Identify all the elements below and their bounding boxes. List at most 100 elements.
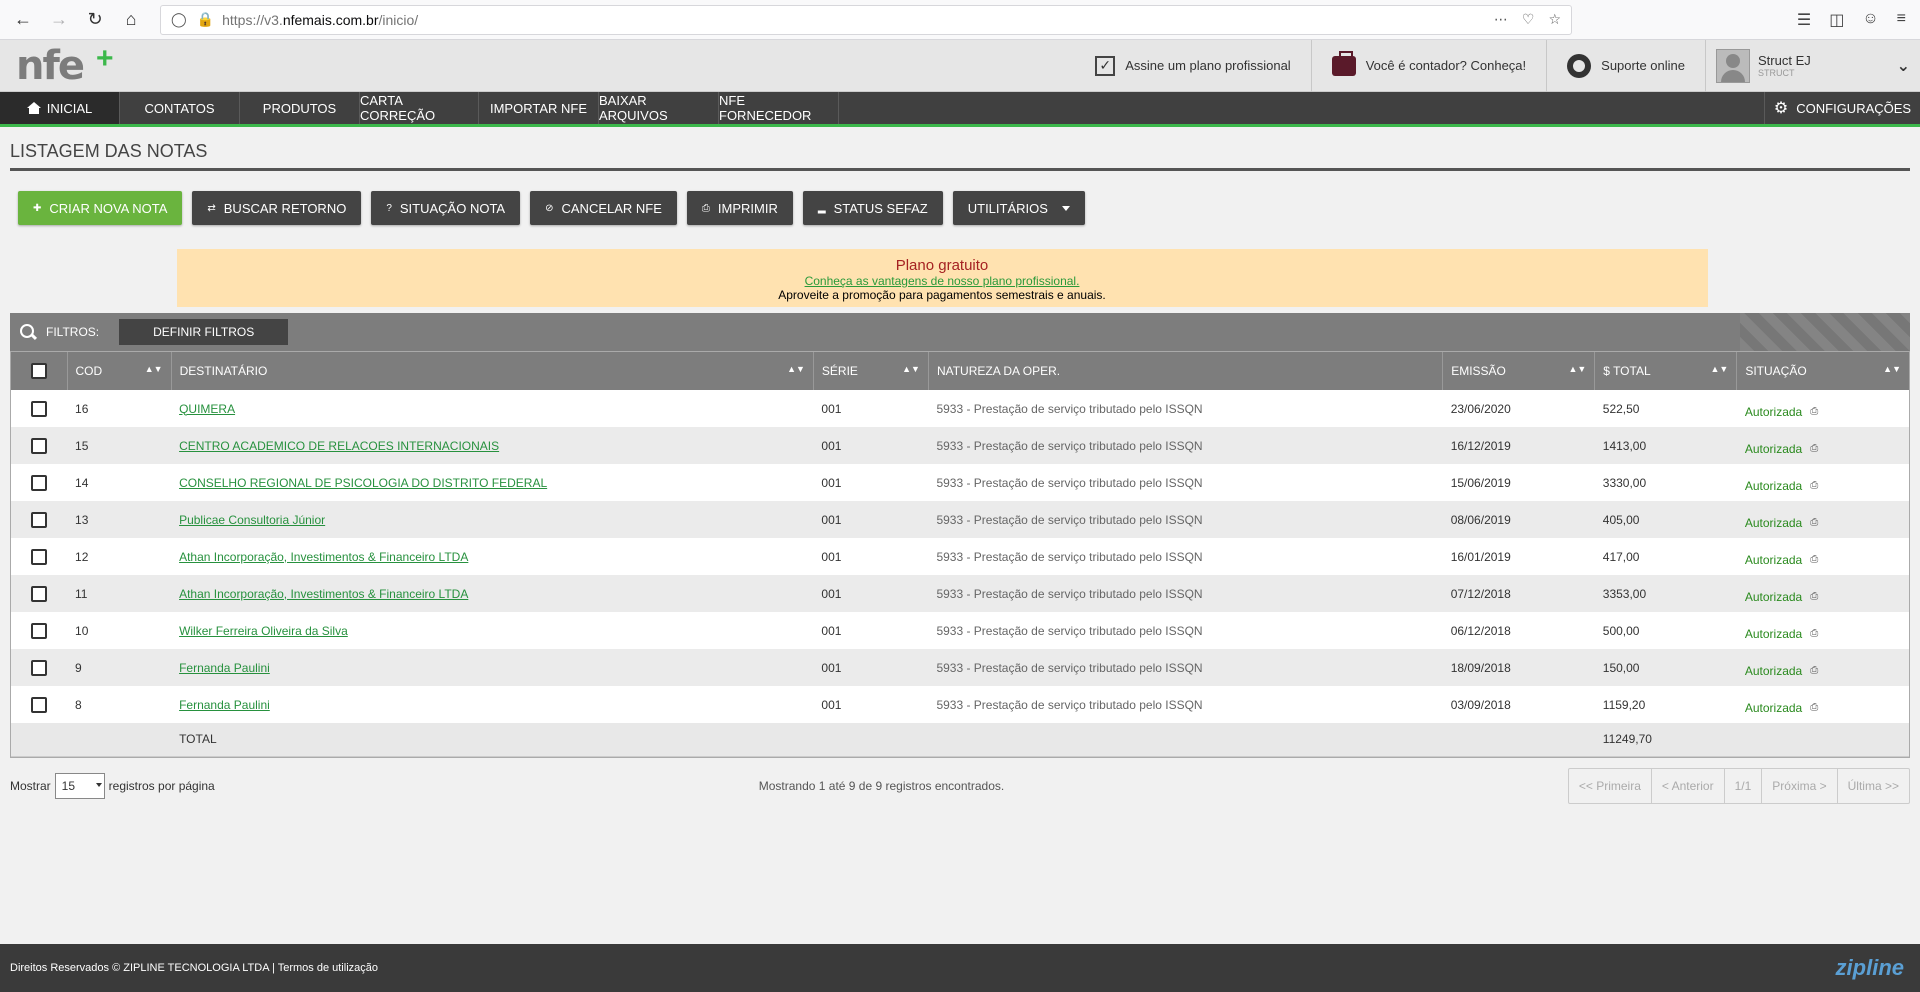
col-cod[interactable]: COD ▲▼ — [67, 352, 172, 390]
fetch-return-button[interactable]: ⇄ BUSCAR RETORNO — [192, 191, 362, 225]
next-page-button[interactable]: Próxima > — [1762, 768, 1838, 803]
table-row: 11 Athan Incorporação, Investimentos & Fi… — [11, 575, 1909, 612]
cancel-nfe-button[interactable]: ⊘ CANCELAR NFE — [530, 191, 677, 225]
col-total[interactable]: $ TOTAL ▲▼ — [1594, 352, 1738, 390]
create-note-button[interactable]: ✚ CRIAR NOVA NOTA — [18, 191, 183, 225]
destinatario-link[interactable]: Wilker Ferreira Oliveira da Silva — [179, 624, 348, 638]
nav-inicial[interactable]: INICIAL — [0, 92, 120, 124]
cell-serie: 001 — [821, 549, 842, 564]
row-checkbox[interactable] — [31, 659, 47, 676]
destinatario-link[interactable]: QUIMERA — [179, 402, 235, 416]
col-destinatario-label: DESTINATÁRIO — [179, 364, 268, 378]
accountant-link[interactable]: Você é contador? Conheça! — [1310, 39, 1546, 92]
row-checkbox[interactable] — [31, 585, 47, 602]
promo-link[interactable]: Conheça as vantagens de nosso plano prof… — [805, 274, 1080, 288]
destinatario-link[interactable]: CENTRO ACADEMICO DE RELACOES INTERNACION… — [179, 439, 499, 453]
print-button[interactable]: ⎙ IMPRIMIR — [686, 191, 793, 225]
cell-cod: 8 — [75, 697, 82, 712]
row-checkbox[interactable] — [31, 437, 47, 454]
nav-baixar-arquivos[interactable]: BAIXAR ARQUIVOS — [599, 92, 719, 124]
define-filters-button[interactable]: DEFINIR FILTROS — [119, 319, 289, 345]
row-checkbox[interactable] — [31, 622, 47, 639]
printer-icon[interactable]: ⎙ — [1810, 480, 1818, 491]
zipline-logo[interactable]: zipline — [1836, 955, 1904, 981]
cell-cod: 11 — [75, 586, 88, 601]
select-all-checkbox[interactable] — [30, 363, 47, 379]
col-emissao[interactable]: EMISSÃO ▲▼ — [1442, 352, 1596, 390]
cell-situacao: Autorizada ⎙ — [1737, 390, 1909, 427]
cell-destinatario: Fernanda Paulini — [171, 649, 813, 686]
support-link[interactable]: Suporte online — [1546, 39, 1705, 92]
status-badge: Autorizada ⎙ — [1745, 590, 1818, 604]
row-checkbox[interactable] — [31, 696, 47, 713]
printer-icon[interactable]: ⎙ — [1810, 517, 1818, 528]
cell-destinatario: Fernanda Paulini — [171, 686, 813, 723]
menu-icon[interactable]: ≡ — [1897, 10, 1906, 30]
sort-icon: ▲▼ — [787, 364, 805, 374]
col-serie[interactable]: SÉRIE ▲▼ — [813, 352, 929, 390]
prev-page-button[interactable]: < Anterior — [1652, 768, 1725, 803]
sidebar-icon[interactable]: ◫ — [1829, 10, 1844, 30]
chevron-down-icon[interactable]: ⌄ — [1897, 56, 1910, 76]
col-emissao-label: EMISSÃO — [1451, 364, 1506, 378]
cell-situacao: Autorizada ⎙ — [1737, 612, 1909, 649]
printer-icon[interactable]: ⎙ — [1810, 406, 1818, 417]
nav-carta-correcao[interactable]: CARTA CORREÇÃO — [360, 92, 479, 124]
first-page-button[interactable]: << Primeira — [1569, 768, 1652, 803]
table-row: 9 Fernanda Paulini 001 5933 - Prestação de … — [11, 649, 1909, 686]
col-destinatario[interactable]: DESTINATÁRIO ▲▼ — [171, 352, 814, 390]
col-situacao[interactable]: SITUAÇÃO ▲▼ — [1737, 352, 1909, 390]
row-checkbox[interactable] — [31, 474, 47, 491]
sefaz-status-button[interactable]: ▂ STATUS SEFAZ — [802, 191, 943, 225]
account-icon[interactable]: ☺ — [1862, 10, 1878, 30]
plan-link[interactable]: ✓ Assine um plano profissional — [1075, 40, 1310, 92]
utilities-dropdown[interactable]: UTILITÁRIOS — [952, 191, 1085, 225]
destinatario-link[interactable]: Publicae Consultoria Júnior — [179, 513, 325, 527]
library-icon[interactable]: ☰ — [1797, 10, 1811, 30]
destinatario-link[interactable]: Fernanda Paulini — [179, 661, 270, 675]
row-checkbox[interactable] — [31, 548, 47, 565]
printer-icon[interactable]: ⎙ — [1810, 628, 1818, 639]
pocket-icon[interactable]: ♡ — [1522, 11, 1535, 28]
printer-icon[interactable]: ⎙ — [1810, 665, 1818, 676]
nav-baixar-arquivos-label: BAIXAR ARQUIVOS — [599, 93, 668, 123]
nav-nfe-fornecedor[interactable]: NFE FORNECEDOR — [719, 92, 839, 124]
last-page-button[interactable]: Última >> — [1838, 769, 1909, 803]
row-checkbox[interactable] — [31, 511, 47, 528]
destinatario-link[interactable]: Athan Incorporação, Investimentos & Fina… — [179, 587, 468, 601]
sefaz-status-label: STATUS SEFAZ — [833, 200, 928, 216]
back-icon[interactable]: ← — [8, 5, 38, 35]
nav-contatos[interactable]: CONTATOS — [120, 92, 240, 124]
printer-icon[interactable]: ⎙ — [1810, 702, 1818, 713]
row-checkbox[interactable] — [31, 400, 47, 417]
cell-natureza: 5933 - Prestação de serviço tributado pe… — [936, 438, 1203, 453]
reload-icon[interactable]: ↻ — [80, 5, 110, 35]
printer-icon[interactable]: ⎙ — [1810, 443, 1818, 454]
nav-importar-nfe[interactable]: IMPORTAR NFE — [479, 92, 599, 124]
printer-icon[interactable]: ⎙ — [1810, 591, 1818, 602]
printer-icon[interactable]: ⎙ — [1810, 554, 1818, 565]
note-status-button[interactable]: ? SITUAÇÃO NOTA — [371, 191, 521, 225]
table-row: 12 Athan Incorporação, Investimentos & Fi… — [11, 538, 1909, 575]
home-icon[interactable]: ⌂ — [116, 5, 146, 35]
more-icon[interactable]: ⋯ — [1494, 11, 1508, 28]
star-icon[interactable]: ☆ — [1548, 11, 1561, 28]
nav-nfe-fornecedor-label: NFE FORNECEDOR — [719, 93, 812, 123]
cell-cod: 14 — [75, 475, 89, 490]
nav-contatos-label: CONTATOS — [144, 100, 215, 116]
nfe-logo[interactable]: nfe + — [0, 40, 120, 92]
support-label: Suporte online — [1601, 58, 1685, 73]
cell-emissao: 15/06/2019 — [1450, 475, 1511, 490]
destinatario-link[interactable]: Fernanda Paulini — [179, 698, 270, 712]
nav-produtos[interactable]: PRODUTOS — [240, 92, 360, 124]
decorative-pattern — [1740, 313, 1910, 351]
forward-icon[interactable]: → — [44, 5, 74, 35]
user-menu[interactable]: Struct EJ STRUCT ⌄ — [1705, 39, 1920, 92]
note-status-label: SITUAÇÃO NOTA — [399, 200, 506, 216]
destinatario-link[interactable]: CONSELHO REGIONAL DE PSICOLOGIA DO DISTR… — [179, 476, 547, 490]
nav-configuracoes[interactable]: ⚙ CONFIGURAÇÕES — [1764, 92, 1920, 124]
cell-situacao: Autorizada ⎙ — [1737, 464, 1909, 501]
destinatario-link[interactable]: Athan Incorporação, Investimentos & Fina… — [179, 550, 468, 564]
per-page-select[interactable]: 15 — [54, 772, 105, 799]
url-bar[interactable]: ◯ 🔒 https://v3. nfemais.com.br/inicio/ ⋯ … — [160, 4, 1572, 35]
